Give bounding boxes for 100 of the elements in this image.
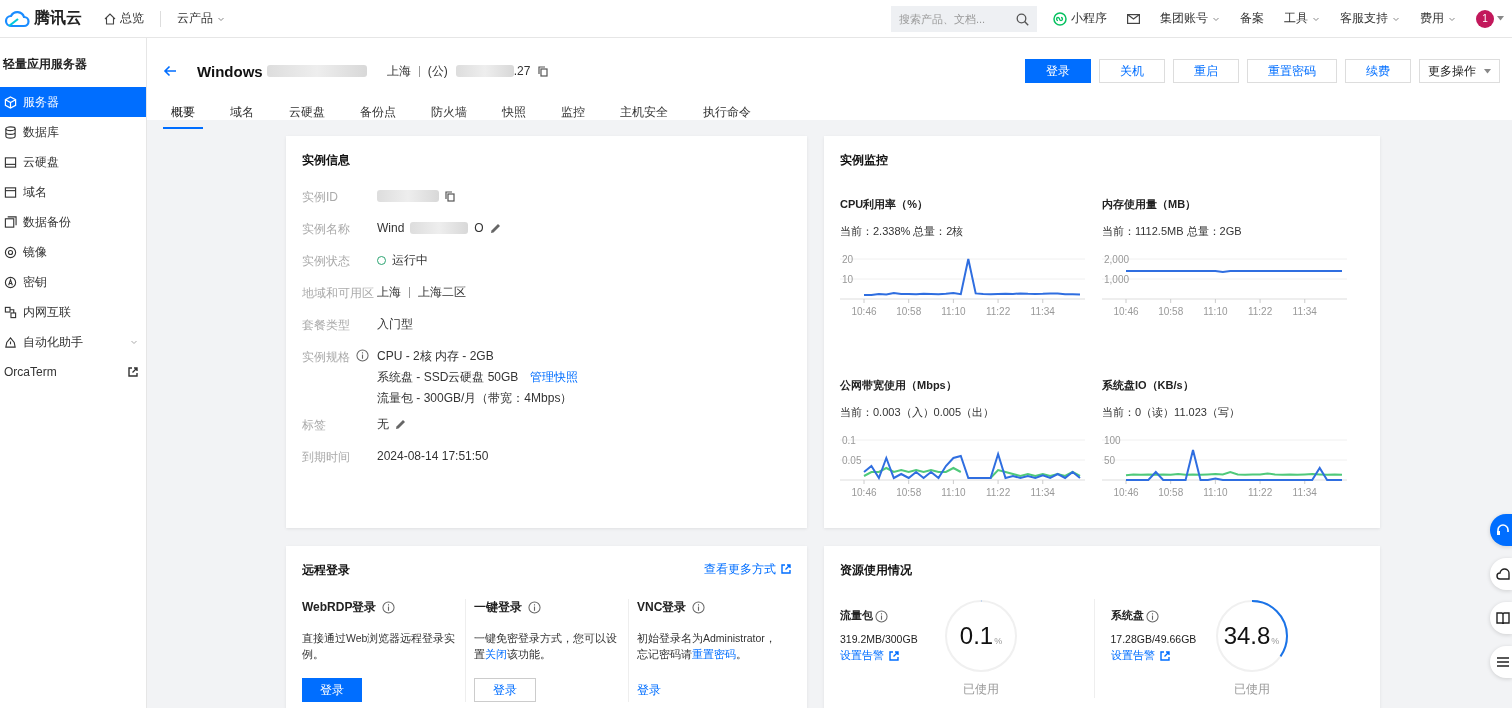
axis-label: 20 <box>842 254 854 265</box>
field-value: 流量包 - 300GB/月（带宽：4Mbps） <box>377 389 573 407</box>
action-button[interactable]: 关机 <box>1099 59 1165 83</box>
login-button[interactable]: 登录 <box>637 678 661 702</box>
sidebar-item[interactable]: 密钥 <box>0 267 146 297</box>
sidebar-item[interactable]: 内网互联 <box>0 297 146 327</box>
resource-name: 系统盘 <box>1110 609 1144 623</box>
sidebar-item[interactable]: 自动化助手 <box>0 327 146 357</box>
ip-text: .27 <box>513 64 531 78</box>
field-label: 地域和可用区 <box>302 285 374 302</box>
axis-label: 11:34 <box>1292 306 1317 317</box>
axis-label: 10:58 <box>1158 306 1184 317</box>
percent-unit: % <box>1271 636 1280 646</box>
tab[interactable]: 云硬盘 <box>289 100 325 129</box>
alert-link[interactable]: 设置告警 <box>840 649 936 663</box>
field-label: 实例名称 <box>302 221 350 238</box>
tab[interactable]: 主机安全 <box>620 100 668 129</box>
login-button[interactable]: 登录 <box>302 678 362 702</box>
axis-label: 11:10 <box>941 487 966 498</box>
field-value: 系统盘 - SSD云硬盘 50GB <box>377 368 519 386</box>
field-value: 入门型 <box>377 315 413 333</box>
tab[interactable]: 执行命令 <box>703 100 751 129</box>
sidebar-item[interactable]: 数据库 <box>0 117 146 147</box>
axis-label: 10:46 <box>851 306 877 317</box>
more-methods-link[interactable]: 查看更多方式 <box>704 562 791 576</box>
nav-link[interactable]: 小程序 <box>1071 10 1107 27</box>
sidebar-item[interactable]: 服务器 <box>0 87 146 117</box>
sidebar-item[interactable]: 数据备份 <box>0 207 146 237</box>
instance-name: O <box>474 221 484 235</box>
nav-link[interactable]: 费用 <box>1420 10 1444 27</box>
usage-caption: 已使用 <box>963 681 999 698</box>
sidebar-item[interactable]: 域名 <box>0 177 146 207</box>
login-button[interactable]: 登录 <box>474 678 536 702</box>
axis-label: 11:22 <box>985 487 1011 498</box>
method-description: 初始登录名为Administrator，忘记密码请重置密码。 <box>637 631 777 662</box>
tab[interactable]: 域名 <box>230 100 254 129</box>
axis-label: 11:34 <box>1030 487 1055 498</box>
tab[interactable]: 概要 <box>163 100 203 129</box>
field-value: 上海二区 <box>418 283 466 301</box>
instance-name: Wind <box>377 221 405 235</box>
action-button[interactable]: 更多操作 <box>1419 59 1500 83</box>
sidebar-item[interactable]: 云硬盘 <box>0 147 146 177</box>
field-label: 标签 <box>302 417 326 434</box>
status-text: 运行中 <box>392 251 428 269</box>
axis-label: 2,000 <box>1104 254 1130 265</box>
axis-label: 11:22 <box>1247 306 1273 317</box>
axis-label: 11:34 <box>1030 306 1055 317</box>
sidebar-item[interactable]: 镜像 <box>0 237 146 267</box>
axis-label: 10:46 <box>1113 306 1139 317</box>
nav-link[interactable]: 客服支持 <box>1340 10 1388 27</box>
chart-title: 系统盘IO（KB/s） <box>1102 378 1195 393</box>
chart-reading: 当前：2.338% 总量：2核 <box>840 224 965 239</box>
nav-link[interactable]: 集团账号 <box>1160 10 1208 27</box>
tab[interactable]: 快照 <box>502 100 526 129</box>
nav-link[interactable]: 工具 <box>1284 10 1308 27</box>
chart-reading: 当前：0.003（入）0.005（出） <box>840 405 996 420</box>
axis-label: 0.05 <box>842 455 862 466</box>
tab[interactable]: 监控 <box>561 100 585 129</box>
percent-unit: % <box>994 636 1003 646</box>
axis-label: 10:58 <box>896 306 922 317</box>
search-field[interactable]: 搜索产品、文档... <box>891 5 1037 32</box>
action-button[interactable]: 重置密码 <box>1247 59 1337 83</box>
alert-link[interactable]: 设置告警 <box>1110 649 1207 663</box>
field-value: 2024-08-14 17:51:50 <box>377 449 489 463</box>
usage-percent: 34.8 <box>1223 622 1271 650</box>
field-label: 套餐类型 <box>302 317 350 334</box>
usage-text: 319.2MB/300GB <box>840 633 919 645</box>
axis-label: 1,000 <box>1104 274 1130 285</box>
sidebar-item[interactable]: OrcaTerm <box>0 357 146 387</box>
field-label: 实例ID <box>302 189 338 206</box>
action-button[interactable]: 续费 <box>1345 59 1411 83</box>
axis-label: 11:10 <box>1203 306 1228 317</box>
inline-link[interactable]: 关闭 <box>485 648 507 660</box>
chart-reading: 当前：0（读）11.023（写） <box>1102 405 1241 420</box>
method-description: 一键免密登录方式，您可以设置关闭该功能。 <box>474 631 618 662</box>
axis-label: 10:46 <box>1113 487 1139 498</box>
axis-label: 11:34 <box>1292 487 1317 498</box>
tab[interactable]: 防火墙 <box>431 100 467 129</box>
card-title: 远程登录 <box>302 562 350 579</box>
tab[interactable]: 备份点 <box>360 100 396 129</box>
field-label: 实例状态 <box>302 253 350 270</box>
method-title: VNC登录 <box>637 599 687 616</box>
field-value: CPU - 2核 内存 - 2GB <box>377 347 494 365</box>
action-button[interactable]: 重启 <box>1173 59 1239 83</box>
field-value: 上海 <box>377 283 401 301</box>
inline-link[interactable]: 重置密码 <box>692 648 736 660</box>
action-button[interactable]: 登录 <box>1025 59 1091 83</box>
usage-caption: 已使用 <box>1233 681 1270 698</box>
instance-title: Windows <box>197 62 263 80</box>
axis-label: 10:58 <box>1158 487 1184 498</box>
nav-link[interactable]: 备案 <box>1240 10 1264 27</box>
nav-link[interactable]: 总览 <box>120 10 144 27</box>
field-label: 实例规格 <box>302 349 350 366</box>
manage-link[interactable]: 管理快照 <box>530 368 579 386</box>
card-title: 资源使用情况 <box>840 562 913 579</box>
avatar[interactable]: 1 <box>1476 9 1494 28</box>
field-value: 无 <box>377 415 389 433</box>
axis-label: 10 <box>842 274 854 285</box>
method-title: 一键登录 <box>474 599 522 616</box>
nav-link[interactable]: 云产品 <box>177 10 213 27</box>
